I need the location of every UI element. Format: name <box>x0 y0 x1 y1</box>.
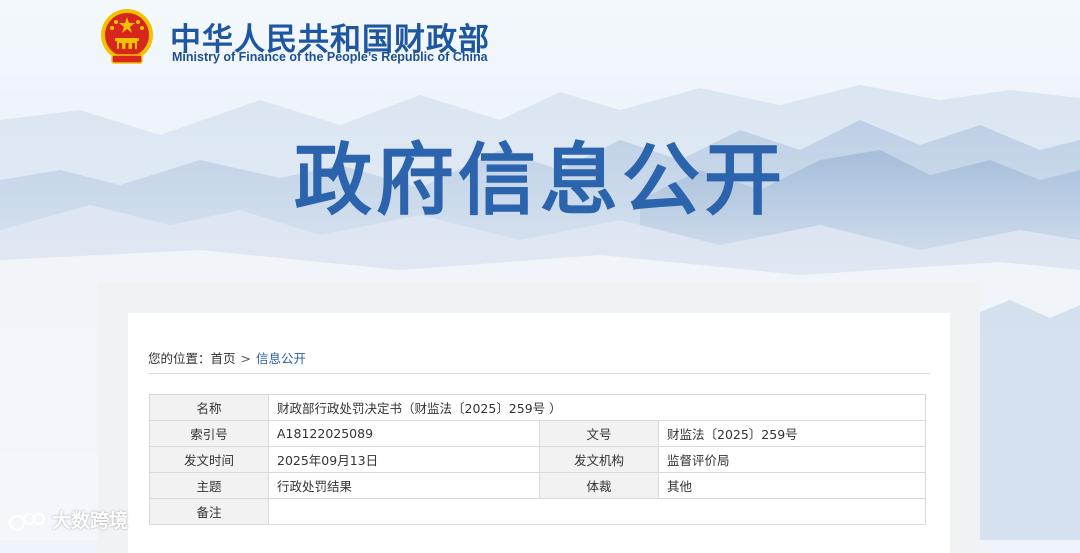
document-info-table: 名称 财政部行政处罚决定书（财监法〔2025〕259号 ） 索引号 A18122… <box>149 394 926 525</box>
doc-no-value: 财监法〔2025〕259号 <box>658 420 926 447</box>
issuer-label: 发文机构 <box>539 446 659 473</box>
topic-value: 行政处罚结果 <box>268 472 540 499</box>
genre-label: 体裁 <box>539 472 659 499</box>
table-row: 备注 <box>149 498 926 525</box>
breadcrumb-divider <box>148 373 930 374</box>
breadcrumb: 您的位置：首页 > 信息公开 <box>148 348 306 367</box>
watermark: 大数跨境 <box>8 506 128 534</box>
index-label: 索引号 <box>149 420 269 447</box>
table-row: 名称 财政部行政处罚决定书（财监法〔2025〕259号 ） <box>149 394 926 421</box>
genre-value: 其他 <box>658 472 926 499</box>
breadcrumb-prefix: 您的位置： <box>148 351 211 366</box>
issuer-value: 监督评价局 <box>658 446 926 473</box>
name-value: 财政部行政处罚决定书（财监法〔2025〕259号 ） <box>268 394 926 421</box>
note-label: 备注 <box>149 498 269 525</box>
breadcrumb-home-link[interactable]: 首页 <box>211 351 236 366</box>
topic-label: 主题 <box>149 472 269 499</box>
page-headline: 政府信息公开 <box>293 136 786 226</box>
index-value: A18122025089 <box>268 420 540 447</box>
note-value <box>268 498 926 525</box>
date-value: 2025年09月13日 <box>268 446 540 473</box>
table-row: 发文时间 2025年09月13日 发文机构 监督评价局 <box>149 446 926 473</box>
watermark-logo-icon <box>8 512 46 531</box>
doc-no-label: 文号 <box>539 420 659 447</box>
site-title-en[interactable]: Ministry of Finance of the People’s Repu… <box>172 50 488 64</box>
name-label: 名称 <box>149 394 269 421</box>
national-emblem-icon[interactable] <box>98 8 156 66</box>
table-row: 主题 行政处罚结果 体裁 其他 <box>149 472 926 499</box>
date-label: 发文时间 <box>149 446 269 473</box>
breadcrumb-separator: > <box>240 351 252 366</box>
table-row: 索引号 A18122025089 文号 财监法〔2025〕259号 <box>149 420 926 447</box>
breadcrumb-current-link[interactable]: 信息公开 <box>256 351 306 366</box>
watermark-text: 大数跨境 <box>52 510 129 532</box>
